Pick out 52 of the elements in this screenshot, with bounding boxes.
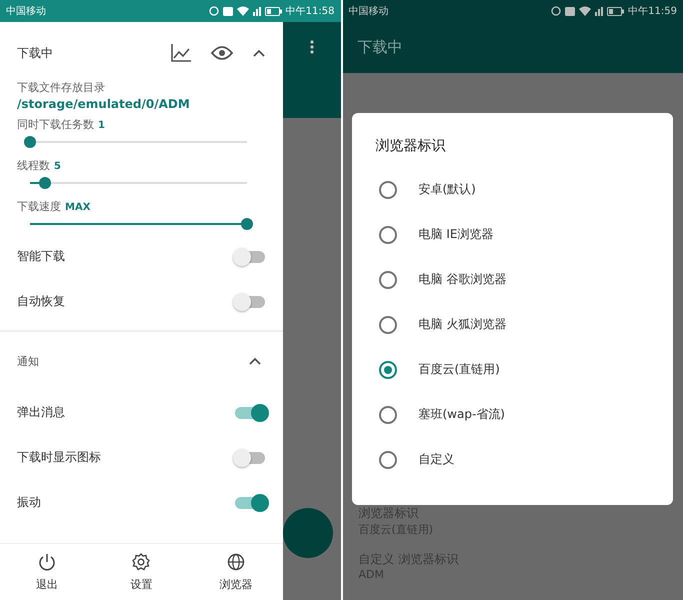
carrier-text: 中国移动: [348, 4, 388, 18]
section-title: 下载中: [17, 44, 54, 62]
toggle-switch[interactable]: [235, 296, 265, 308]
toggle-switch[interactable]: [235, 250, 265, 262]
setting-label: 下载时显示图标: [17, 449, 101, 466]
chevron-up-icon[interactable]: [253, 49, 265, 57]
radio-button[interactable]: [378, 450, 396, 468]
battery-icon: [607, 6, 624, 16]
radio-button[interactable]: [378, 226, 396, 244]
radio-button[interactable]: [378, 360, 396, 378]
globe-icon: [226, 552, 245, 570]
radio-button[interactable]: [378, 316, 396, 334]
settings-icon: [132, 552, 150, 570]
option-label[interactable]: 自定义: [418, 451, 454, 468]
option-label[interactable]: 塞班(wap-省流): [418, 406, 505, 423]
setting-label: 下载文件存放目录: [17, 80, 106, 95]
dialog-title: 浏览器标识: [376, 137, 446, 155]
more-icon[interactable]: [310, 40, 314, 54]
battery-icon: [264, 6, 282, 16]
radio-button[interactable]: [378, 406, 396, 424]
option-label[interactable]: 电脑 IE浏览器: [418, 226, 494, 243]
carrier-text: 中国移动: [6, 4, 46, 18]
option-label[interactable]: 百度云(直链用): [418, 361, 500, 378]
option-label[interactable]: 安卓(默认): [418, 181, 476, 198]
wifi-icon: [579, 6, 592, 16]
setting-label: 振动: [17, 494, 41, 511]
directory-path[interactable]: /storage/emulated/0/ADM: [17, 97, 266, 111]
section-title: 通知: [17, 354, 39, 368]
toggle-switch[interactable]: [235, 452, 265, 464]
radio-button[interactable]: [378, 180, 396, 198]
radio-button[interactable]: [378, 270, 396, 288]
setting-label: 弹出消息: [17, 404, 65, 421]
slider-label: 下载速度: [17, 199, 61, 214]
eye-icon[interactable]: [211, 46, 233, 60]
signal-icon: [595, 6, 604, 16]
power-icon: [38, 552, 56, 570]
slider-value: 1: [98, 120, 105, 131]
slider-label: 线程数: [17, 158, 50, 173]
clock-text: 中午11:59: [628, 4, 677, 18]
setting-label: 智能下载: [17, 248, 65, 265]
signal-icon: [252, 6, 261, 16]
option-label[interactable]: 电脑 火狐浏览器: [418, 316, 506, 333]
clock-text: 中午11:58: [286, 4, 334, 18]
slider-value: MAX: [65, 202, 90, 213]
slider-label: 同时下载任务数: [17, 117, 94, 132]
wifi-icon: [236, 6, 249, 16]
setting-label: 自动恢复: [17, 293, 65, 310]
chevron-up-icon[interactable]: [249, 357, 261, 365]
slider-value: 5: [54, 161, 61, 172]
chart-icon[interactable]: [171, 44, 191, 62]
option-label[interactable]: 电脑 谷歌浏览器: [418, 271, 506, 288]
toolbar-title: 下载中: [358, 38, 402, 57]
